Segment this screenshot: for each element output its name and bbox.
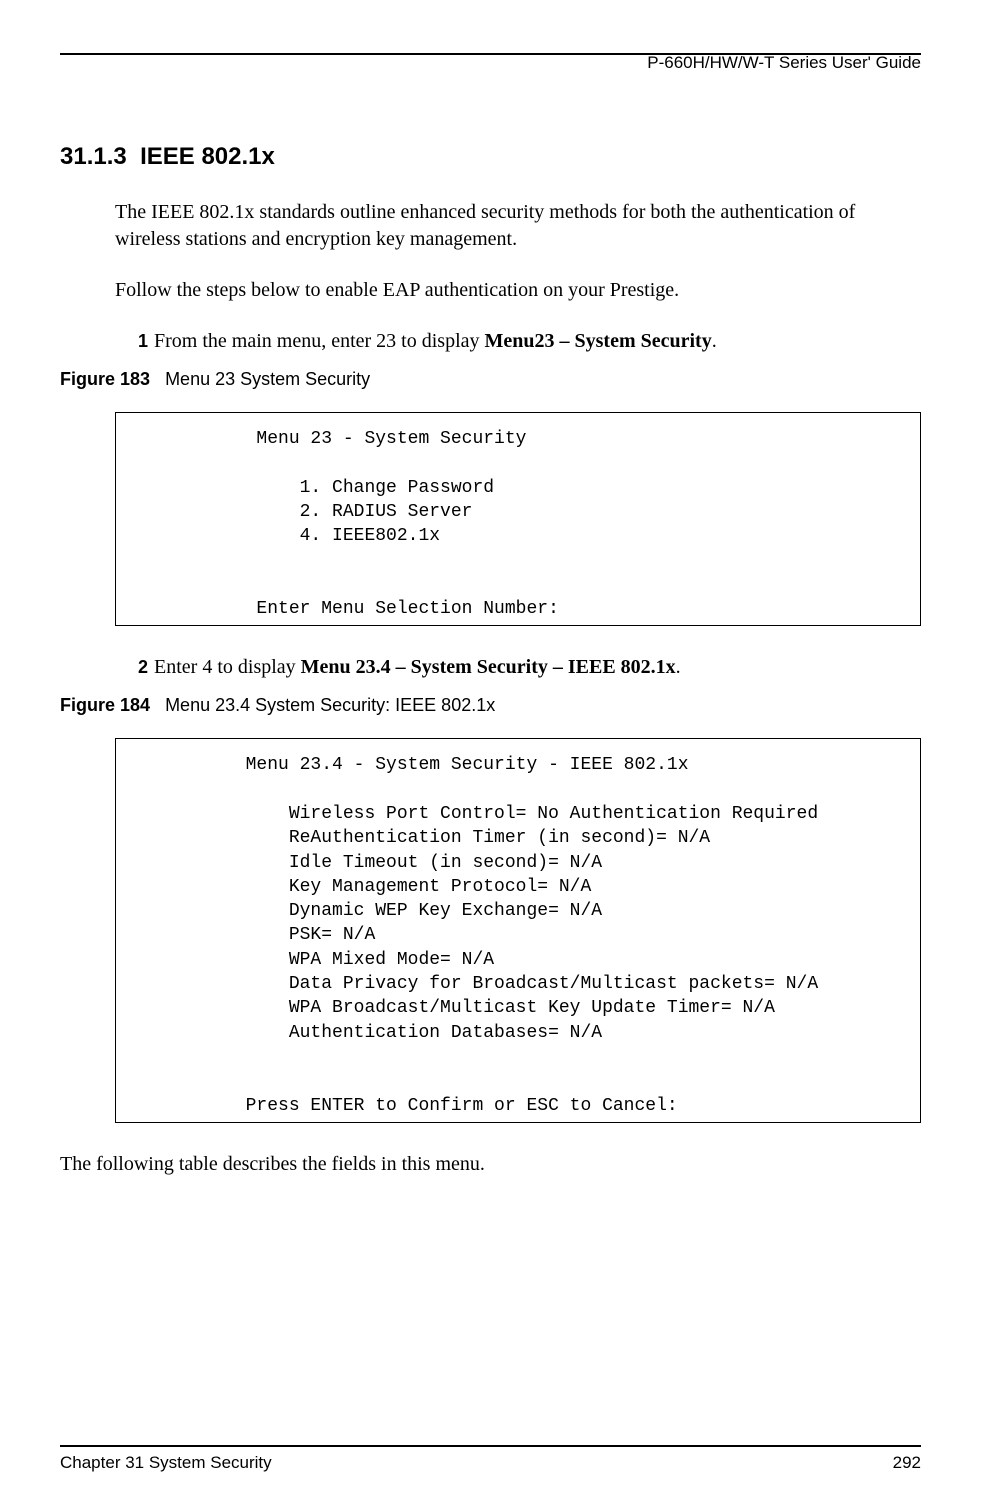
section-number: 31.1.3	[60, 143, 127, 170]
section-heading: 31.1.3 IEEE 802.1x	[60, 143, 921, 171]
figure-183-caption: Figure 183 Menu 23 System Security	[60, 369, 921, 390]
menu-234-box: Menu 23.4 - System Security - IEEE 802.1…	[115, 738, 921, 1122]
step-bold: Menu 23.4 – System Security – IEEE 802.1…	[301, 656, 676, 678]
section-title: IEEE 802.1x	[140, 143, 275, 170]
figure-title: Menu 23.4 System Security: IEEE 802.1x	[165, 695, 495, 715]
paragraph-follow: Follow the steps below to enable EAP aut…	[115, 277, 921, 304]
step-number: 1	[138, 331, 148, 351]
menu-23-box: Menu 23 - System Security 1. Change Pass…	[115, 412, 921, 626]
footer-rule	[60, 1445, 921, 1447]
figure-label: Figure 184	[60, 695, 150, 715]
step-2: 2 Enter 4 to display Menu 23.4 – System S…	[138, 654, 921, 681]
step-suffix: .	[712, 330, 717, 352]
paragraph-closing: The following table describes the fields…	[60, 1151, 921, 1178]
page-footer: Chapter 31 System Security 292	[60, 1445, 921, 1473]
step-1: 1 From the main menu, enter 23 to display…	[138, 328, 921, 355]
paragraph-intro: The IEEE 802.1x standards outline enhanc…	[115, 199, 921, 253]
step-bold: Menu23 – System Security	[485, 330, 712, 352]
step-text: From the main menu, enter 23 to display	[154, 330, 485, 352]
figure-title: Menu 23 System Security	[165, 369, 370, 389]
guide-title: P-660H/HW/W-T Series User' Guide	[647, 53, 921, 73]
step-number: 2	[138, 657, 148, 677]
footer-chapter: Chapter 31 System Security	[60, 1453, 272, 1473]
step-text: Enter 4 to display	[154, 656, 301, 678]
figure-184-caption: Figure 184 Menu 23.4 System Security: IE…	[60, 695, 921, 716]
figure-label: Figure 183	[60, 369, 150, 389]
step-suffix: .	[676, 656, 681, 678]
footer-page-number: 292	[893, 1453, 921, 1473]
page-header: P-660H/HW/W-T Series User' Guide	[60, 53, 921, 93]
